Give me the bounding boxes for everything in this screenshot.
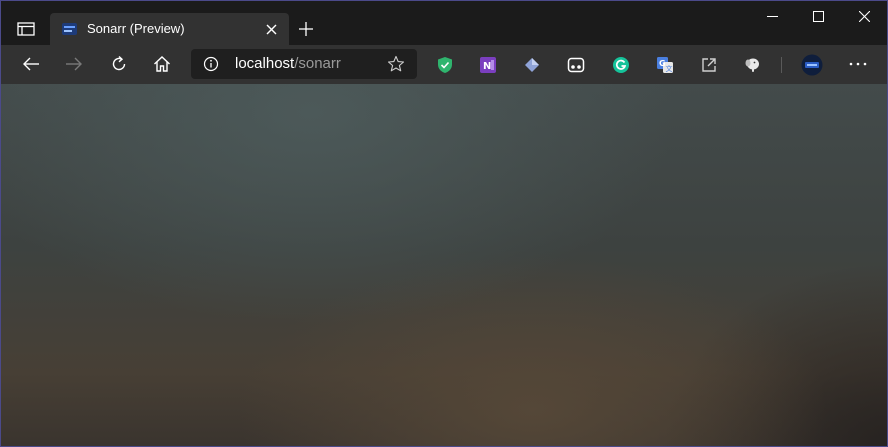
translate-extension-icon[interactable]: G 文 xyxy=(656,56,674,74)
close-window-button[interactable] xyxy=(841,1,887,31)
onenote-extension-icon[interactable]: N xyxy=(479,56,497,74)
tab-title: Sonarr (Preview) xyxy=(87,21,185,36)
svg-text:N: N xyxy=(483,61,491,72)
minimize-button[interactable] xyxy=(749,1,795,31)
refresh-button[interactable] xyxy=(104,49,134,79)
browser-toolbar: localhost/sonarr N G 文 xyxy=(1,45,887,84)
refresh-icon xyxy=(112,55,126,71)
star-icon[interactable] xyxy=(387,55,405,73)
tab-actions-icon xyxy=(17,22,35,36)
shield-extension-icon[interactable] xyxy=(436,56,454,74)
mask-extension-icon[interactable] xyxy=(567,56,585,74)
maximize-button[interactable] xyxy=(795,1,841,31)
elephant-extension-icon[interactable] xyxy=(744,56,762,74)
forward-arrow-icon xyxy=(66,57,82,71)
toolbar-separator xyxy=(781,57,782,73)
profile-avatar-icon[interactable] xyxy=(801,54,823,76)
maximize-icon xyxy=(812,10,824,22)
home-icon xyxy=(154,56,170,72)
url-host: localhost xyxy=(235,55,295,72)
url-text[interactable]: localhost/sonarr xyxy=(235,55,341,72)
new-tab-button[interactable] xyxy=(292,15,320,43)
sonarr-favicon xyxy=(62,23,77,35)
browser-window: Sonarr (Preview) localhost/sonarr N G 文 xyxy=(0,0,888,447)
tab-sonarr[interactable]: Sonarr (Preview) xyxy=(50,13,289,45)
address-bar[interactable]: localhost/sonarr xyxy=(191,49,417,79)
title-bar: Sonarr (Preview) xyxy=(1,1,887,45)
forward-button[interactable] xyxy=(59,49,89,79)
tab-actions-button[interactable] xyxy=(9,14,43,44)
more-options-icon xyxy=(849,62,867,66)
info-icon[interactable] xyxy=(203,56,219,72)
page-content xyxy=(1,84,887,446)
grammarly-extension-icon[interactable] xyxy=(612,56,630,74)
home-button[interactable] xyxy=(147,49,177,79)
minimize-icon xyxy=(766,15,778,17)
back-arrow-icon xyxy=(23,57,39,71)
url-path: /sonarr xyxy=(294,55,341,72)
svg-text:文: 文 xyxy=(666,64,673,73)
diamond-extension-icon[interactable] xyxy=(523,56,541,74)
more-options-button[interactable] xyxy=(843,49,873,79)
tab-close-button[interactable] xyxy=(263,21,279,37)
share-extension-icon[interactable] xyxy=(700,56,718,74)
plus-icon xyxy=(299,22,313,36)
close-icon xyxy=(858,10,870,22)
close-icon xyxy=(266,24,276,34)
back-button[interactable] xyxy=(16,49,46,79)
